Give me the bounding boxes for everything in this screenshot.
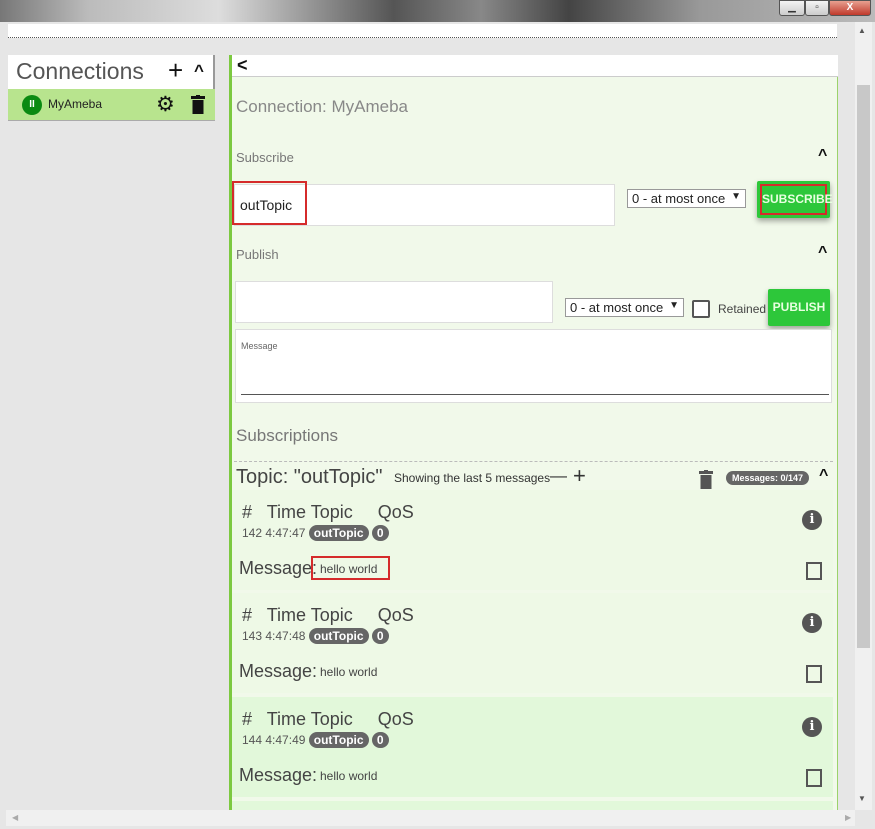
- decrease-count-button[interactable]: —: [550, 466, 567, 486]
- retained-checkbox[interactable]: [692, 300, 710, 318]
- gear-icon[interactable]: ⚙: [156, 92, 175, 117]
- panel-toolbar: <: [232, 55, 838, 77]
- back-button[interactable]: <: [237, 55, 248, 76]
- message-item: [232, 801, 833, 810]
- increase-count-button[interactable]: +: [573, 463, 586, 489]
- message-label: Message:: [239, 558, 318, 578]
- info-icon[interactable]: i: [802, 717, 822, 737]
- scroll-right-icon[interactable]: ▶: [845, 813, 851, 822]
- publish-qos-select[interactable]: 0 - at most once ▼: [565, 298, 684, 317]
- subscribe-qos-select[interactable]: 0 - at most once ▼: [627, 189, 746, 208]
- message-underline: [241, 394, 829, 395]
- maximize-icon: ▫: [815, 2, 819, 13]
- subscribe-topic-value: outTopic: [240, 197, 293, 213]
- dropdown-arrow-icon: ▼: [669, 300, 679, 311]
- message-label: Message:: [239, 765, 318, 785]
- connection-item-myameba[interactable]: II MyAmeba ⚙: [8, 89, 215, 121]
- publish-button[interactable]: PUBLISH: [768, 289, 830, 326]
- horizontal-scrollbar[interactable]: [6, 810, 855, 826]
- message-value: hello world: [311, 556, 390, 580]
- subscribe-qos-value: 0 - at most once: [632, 191, 726, 206]
- sidebar-header: Connections + ^: [8, 55, 215, 89]
- add-connection-button[interactable]: +: [168, 55, 183, 86]
- scroll-up-icon[interactable]: ▲: [858, 26, 866, 35]
- scroll-left-icon[interactable]: ◀: [12, 813, 18, 822]
- divider: [234, 461, 833, 462]
- topic-badge: outTopic: [308, 732, 369, 748]
- minimize-button[interactable]: ▁: [779, 0, 805, 16]
- connection-title: Connection: MyAmeba: [236, 97, 408, 116]
- message-item: # Time Topic QoS 142 4:47:47 outTopic 0 …: [232, 490, 833, 590]
- subscribe-section-label: Subscribe: [236, 150, 294, 165]
- message-header: # Time Topic QoS: [242, 502, 414, 522]
- minimize-icon: ▁: [788, 2, 796, 13]
- message-label: Message:: [239, 661, 318, 681]
- publish-qos-value: 0 - at most once: [570, 300, 664, 315]
- sidebar: [8, 53, 216, 810]
- message-value: hello world: [320, 665, 378, 679]
- topic-badge: outTopic: [308, 628, 369, 644]
- publish-topic-input[interactable]: [235, 281, 553, 323]
- message-item: # Time Topic QoS 144 4:47:49 outTopic 0 …: [232, 697, 833, 797]
- showing-text: Showing the last 5 messages: [394, 471, 551, 485]
- subscribe-button-label: SUBSCRIBE: [760, 184, 833, 215]
- message-meta: 144 4:47:49 outTopic 0: [242, 732, 389, 748]
- copy-icon[interactable]: [806, 562, 822, 580]
- subscribe-button[interactable]: SUBSCRIBE: [757, 181, 833, 218]
- collapse-topic-icon[interactable]: ^: [819, 467, 828, 485]
- maximize-button[interactable]: ▫: [805, 0, 829, 16]
- topic-title: Topic: "outTopic": [236, 466, 383, 488]
- highlight-box: outTopic: [232, 181, 307, 225]
- message-header: # Time Topic QoS: [242, 605, 414, 625]
- trash-icon[interactable]: [191, 95, 205, 114]
- message-value: hello world: [320, 769, 378, 783]
- qos-badge: 0: [371, 628, 389, 644]
- retained-label: Retained: [718, 302, 767, 316]
- info-icon[interactable]: i: [802, 510, 822, 530]
- subscriptions-label: Subscriptions: [236, 426, 339, 445]
- message-meta: 142 4:47:47 outTopic 0: [242, 525, 389, 541]
- top-strip: [8, 24, 837, 38]
- publish-section-label: Publish: [236, 247, 279, 262]
- qos-badge: 0: [371, 525, 389, 541]
- qos-badge: 0: [371, 732, 389, 748]
- info-icon[interactable]: i: [802, 613, 822, 633]
- scroll-down-icon[interactable]: ▼: [858, 794, 866, 803]
- copy-icon[interactable]: [806, 665, 822, 683]
- copy-icon[interactable]: [806, 769, 822, 787]
- scrollbar-thumb[interactable]: [857, 85, 870, 648]
- message-placeholder: Message: [241, 341, 278, 351]
- message-meta: 143 4:47:48 outTopic 0: [242, 628, 389, 644]
- collapse-publish-icon[interactable]: ^: [818, 244, 827, 262]
- dropdown-arrow-icon: ▼: [731, 191, 741, 202]
- message-textarea[interactable]: Message: [235, 329, 832, 403]
- delete-topic-icon[interactable]: [699, 470, 713, 489]
- collapse-connections-button[interactable]: ^: [194, 61, 204, 81]
- close-button[interactable]: X: [829, 0, 871, 16]
- message-item: # Time Topic QoS 143 4:47:48 outTopic 0 …: [232, 593, 833, 693]
- pause-icon[interactable]: II: [22, 95, 42, 115]
- message-header: # Time Topic QoS: [242, 709, 414, 729]
- topic-badge: outTopic: [308, 525, 369, 541]
- sidebar-title: Connections: [16, 58, 144, 84]
- collapse-subscribe-icon[interactable]: ^: [818, 147, 827, 165]
- connection-name: MyAmeba: [48, 97, 103, 111]
- title-bar: [0, 0, 875, 22]
- messages-count-badge: Messages: 0/147: [726, 471, 810, 485]
